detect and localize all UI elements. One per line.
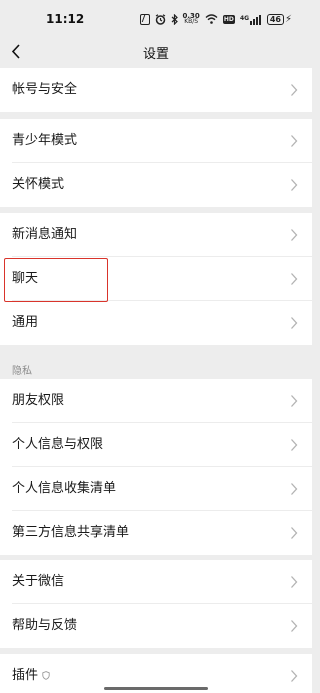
menu-item-label: 青少年模式: [12, 133, 78, 148]
status-time: 11:12: [46, 12, 85, 26]
wifi-icon: [205, 14, 218, 24]
home-indicator[interactable]: [104, 687, 208, 690]
menu-item-label: 关怀模式: [12, 177, 65, 192]
nav-bar: 设置: [0, 38, 312, 68]
chevron-right-icon: [291, 273, 298, 285]
menu-item-label: 帐号与安全: [12, 82, 78, 97]
signal-icon: 4G: [240, 14, 261, 25]
menu-item-help-feedback[interactable]: 帮助与反馈: [0, 604, 312, 648]
menu-item-friend-permissions[interactable]: 朋友权限: [0, 379, 312, 423]
menu-item-label: 通用: [12, 315, 39, 330]
menu-item-personal-info-permissions[interactable]: 个人信息与权限: [0, 423, 312, 467]
menu-item-label: 个人信息与权限: [12, 437, 104, 452]
battery-level: 46: [266, 13, 284, 25]
menu-item-third-party-sharing[interactable]: 第三方信息共享清单: [0, 511, 312, 555]
nfc-icon: [139, 13, 150, 25]
chevron-right-icon: [291, 229, 298, 241]
chevron-right-icon: [291, 317, 298, 329]
menu-item-label: 个人信息收集清单: [12, 481, 117, 496]
menu-item-account-security[interactable]: 帐号与安全: [0, 68, 312, 112]
page-title: 设置: [142, 47, 169, 62]
bluetooth-icon: [171, 13, 178, 25]
menu-item-care-mode[interactable]: 关怀模式: [0, 163, 312, 207]
chevron-right-icon: [291, 527, 298, 539]
menu-item-label: 关于微信: [12, 574, 65, 589]
menu-item-personal-info-collection[interactable]: 个人信息收集清单: [0, 467, 312, 511]
chevron-right-icon: [291, 620, 298, 632]
chevron-right-icon: [291, 84, 298, 96]
menu-item-label: 第三方信息共享清单: [12, 525, 130, 540]
section-header-privacy: 隐私: [12, 366, 32, 377]
status-bar: 11:12 0.30 KB/S HD 4G 46 ⚡: [0, 0, 312, 38]
menu-item-teen-mode[interactable]: 青少年模式: [0, 119, 312, 163]
chevron-right-icon: [291, 439, 298, 451]
plugins-label: 插件: [12, 668, 39, 683]
chevron-right-icon: [291, 670, 298, 682]
hd-icon: HD: [222, 14, 235, 24]
menu-item-general[interactable]: 通用: [0, 301, 312, 345]
network-speed: 0.30 KB/S: [182, 12, 200, 25]
menu-item-label: 帮助与反馈: [12, 618, 78, 633]
status-icons: 0.30 KB/S HD 4G 46 ⚡: [139, 11, 292, 27]
battery-icon: 46 ⚡: [266, 13, 292, 25]
menu-item-label: 新消息通知: [12, 227, 78, 242]
chevron-right-icon: [291, 179, 298, 191]
chevron-right-icon: [291, 576, 298, 588]
menu-item-label: 插件: [12, 668, 50, 684]
menu-item-about-wechat[interactable]: 关于微信: [0, 560, 312, 604]
chevron-right-icon: [291, 483, 298, 495]
highlight-box: [4, 258, 108, 302]
shield-icon: [42, 671, 50, 680]
menu-item-new-message-notify[interactable]: 新消息通知: [0, 213, 312, 257]
alarm-icon: [155, 13, 165, 25]
chevron-right-icon: [291, 395, 298, 407]
charging-icon: ⚡: [284, 13, 292, 25]
svg-text:4G: 4G: [240, 15, 249, 22]
chevron-right-icon: [291, 135, 298, 147]
menu-item-label: 朋友权限: [12, 393, 65, 408]
